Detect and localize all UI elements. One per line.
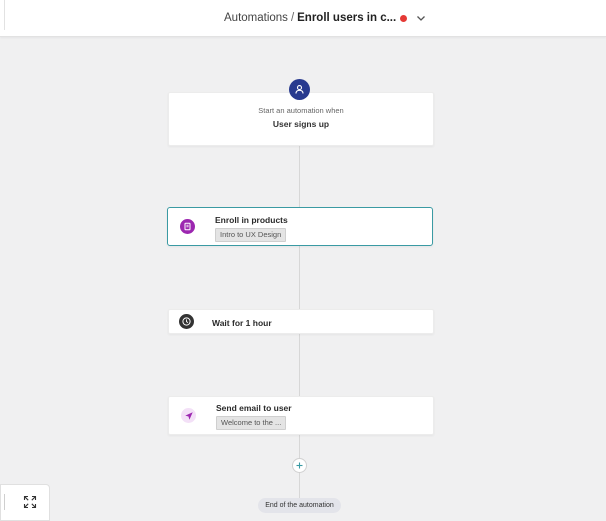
trigger-caption: Start an automation when bbox=[258, 106, 344, 115]
step-wait[interactable]: Wait for 1 hour bbox=[168, 309, 434, 334]
plus-icon bbox=[296, 462, 303, 469]
top-bar: Automations / Enroll users in c... bbox=[0, 0, 606, 37]
send-icon bbox=[181, 408, 196, 423]
trigger-card[interactable]: Start an automation when User signs up bbox=[168, 92, 434, 146]
step-title: Enroll in products bbox=[215, 215, 288, 225]
step-title: Wait for 1 hour bbox=[212, 318, 272, 328]
divider bbox=[4, 494, 5, 510]
add-step-button[interactable] bbox=[292, 458, 307, 473]
clock-icon bbox=[179, 314, 194, 329]
connector-line bbox=[299, 245, 300, 309]
trigger-value: User signs up bbox=[272, 119, 330, 129]
breadcrumb: Automations / Enroll users in c... bbox=[224, 12, 426, 24]
automation-title[interactable]: Enroll users in c... bbox=[297, 12, 396, 24]
connector-line bbox=[299, 433, 300, 458]
status-dot-icon bbox=[400, 14, 408, 22]
user-icon bbox=[289, 79, 310, 100]
canvas-controls bbox=[0, 484, 50, 521]
end-of-automation-label: End of the automation bbox=[258, 498, 341, 513]
fullscreen-icon[interactable] bbox=[23, 495, 37, 509]
step-send-email[interactable]: Send email to user Welcome to the ... bbox=[168, 396, 434, 435]
divider bbox=[4, 0, 5, 30]
product-icon bbox=[180, 219, 195, 234]
step-title: Send email to user bbox=[216, 403, 292, 413]
email-template-chip: Welcome to the ... bbox=[216, 416, 287, 430]
breadcrumb-automations-link[interactable]: Automations bbox=[224, 12, 288, 24]
chevron-down-icon[interactable] bbox=[416, 13, 426, 23]
breadcrumb-separator: / bbox=[290, 12, 295, 24]
connector-line bbox=[299, 332, 300, 396]
connector-line bbox=[299, 471, 300, 498]
step-enroll-in-products[interactable]: Enroll in products Intro to UX Design bbox=[167, 207, 433, 246]
product-chip: Intro to UX Design bbox=[215, 228, 287, 242]
connector-line bbox=[299, 144, 300, 207]
